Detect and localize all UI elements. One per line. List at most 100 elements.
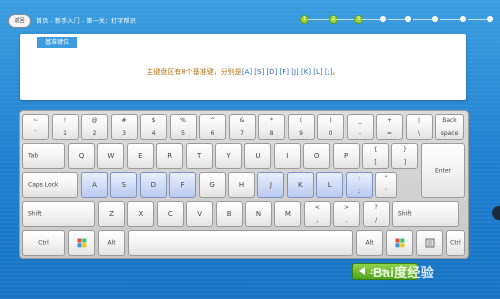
key-f[interactable]: F [169, 172, 197, 198]
menu-icon [425, 238, 434, 248]
key-j[interactable]: J [257, 172, 285, 198]
panel-tab-home-keys: 基准键位 [37, 37, 77, 48]
key-r[interactable]: R [156, 143, 184, 169]
step-indicator-8 [487, 16, 493, 22]
key-label: B [226, 210, 232, 218]
key-i[interactable]: I [273, 143, 301, 169]
key-label-top: ? [374, 204, 378, 211]
key-shift-right[interactable]: Shift [392, 201, 459, 227]
key-w[interactable]: W [97, 143, 125, 169]
key-label: H [238, 181, 245, 189]
step-connector [362, 19, 380, 20]
key-row1-8[interactable]: * 8 [258, 114, 285, 140]
key-label: K [298, 181, 303, 189]
key-row1-11[interactable]: _ - [346, 114, 374, 140]
step-connector [468, 19, 487, 20]
key-row1-12[interactable]: + = [376, 114, 403, 140]
key-b[interactable]: B [215, 201, 243, 227]
key-label-bottom: 5 [181, 130, 185, 137]
key-label: Caps Lock [28, 181, 59, 189]
key-row1-9[interactable]: (9 [287, 114, 315, 140]
key-label-top: ( [299, 117, 303, 124]
key-row1-13[interactable]: | \ [405, 114, 433, 140]
key-e[interactable]: E [126, 143, 154, 169]
key-row1-7[interactable]: & 7 [228, 114, 256, 140]
key-row1-1[interactable]: ! 1 [51, 114, 79, 140]
key-g[interactable]: G [198, 172, 226, 198]
key-label-bottom: space [440, 130, 459, 137]
key-row1-5[interactable]: % 5 [169, 114, 197, 140]
key-quote[interactable]: " ' [375, 172, 397, 198]
key-label-bottom: 9 [299, 130, 303, 137]
key-label: L [327, 181, 332, 189]
windows-icon [77, 238, 86, 248]
back-button[interactable]: 返回 [8, 14, 31, 28]
key-label: Alt [365, 239, 374, 247]
key-row1-10[interactable]: ) 0 [317, 114, 344, 140]
key-t[interactable]: T [185, 143, 213, 169]
key-alt-left[interactable]: Alt [98, 230, 125, 256]
key-alt-right[interactable]: Alt [356, 230, 383, 256]
key-label: Alt [107, 239, 116, 247]
key-row1-0[interactable]: ~ ` [22, 114, 49, 140]
key-s[interactable]: S [110, 172, 138, 198]
key-label: Enter [434, 167, 452, 174]
key-ctrl-left[interactable]: Ctrl [22, 230, 65, 256]
key-m[interactable]: M [274, 201, 302, 227]
key-label-bottom: 4 [151, 130, 156, 137]
key-label: F [180, 181, 185, 189]
key-punct-0[interactable]: <, [303, 201, 331, 227]
key-o[interactable]: O [303, 143, 331, 169]
key-ctrl-right[interactable]: Ctrl [446, 230, 465, 256]
key-label-bottom: 6 [210, 130, 215, 137]
key-row1-14[interactable]: Back space [435, 114, 464, 140]
key-row1-4[interactable]: $4 [140, 114, 167, 140]
key-punct-2[interactable]: ? / [362, 201, 390, 227]
key-bracket-0[interactable]: {[ [362, 143, 389, 169]
key-h[interactable]: H [228, 172, 255, 198]
key-label: Ctrl [38, 239, 49, 247]
key-label-top: _ [358, 117, 362, 124]
key-label: Z [109, 210, 114, 218]
key-a[interactable]: A [81, 172, 108, 198]
key-caps-lock[interactable]: Caps Lock [22, 172, 78, 198]
key-row1-6[interactable]: ^ 6 [199, 114, 226, 140]
instruction-lead: 主键盘区有8个基准键，分别是 [146, 68, 242, 76]
key-label: Shift [28, 210, 42, 218]
key-label-top: Back [442, 117, 457, 124]
key-label-top: + [386, 117, 393, 124]
key-p[interactable]: P [332, 143, 360, 169]
key-label: I [286, 152, 289, 160]
key-menu[interactable] [416, 230, 443, 256]
key-semicolon[interactable]: :; [345, 172, 373, 198]
key-windows-left[interactable] [68, 230, 95, 256]
key-n[interactable]: N [245, 201, 272, 227]
key-label: Tab [28, 152, 39, 160]
side-scroll-handle[interactable] [492, 206, 500, 220]
key-v[interactable]: V [186, 201, 214, 227]
key-label-top: @ [91, 117, 98, 124]
key-tab[interactable]: Tab [22, 143, 65, 169]
key-x[interactable]: X [127, 201, 155, 227]
key-label-top: $ [151, 117, 156, 124]
key-row1-2[interactable]: @2 [81, 114, 108, 140]
key-l[interactable]: L [316, 172, 344, 198]
key-enter[interactable]: Enter [421, 143, 465, 198]
key-label: W [107, 152, 115, 160]
key-u[interactable]: U [244, 143, 272, 169]
key-c[interactable]: C [156, 201, 184, 227]
key-d[interactable]: D [139, 172, 167, 198]
key-shift-left[interactable]: Shift [22, 201, 95, 227]
key-punct-1[interactable]: >. [333, 201, 361, 227]
key-label: N [255, 210, 262, 218]
key-bracket-1[interactable]: }] [391, 143, 419, 169]
key-windows-right[interactable] [386, 230, 413, 256]
key-row1-3[interactable]: #3 [110, 114, 138, 140]
key-q[interactable]: Q [68, 143, 95, 169]
key-space[interactable] [128, 230, 353, 256]
key-z[interactable]: Z [98, 201, 125, 227]
key-label-bottom: ; [358, 188, 361, 195]
instruction-keys: [A] [S] [D] [F] [J] [K] [L] [;] [241, 68, 333, 76]
key-y[interactable]: Y [215, 143, 242, 169]
key-k[interactable]: K [286, 172, 314, 198]
